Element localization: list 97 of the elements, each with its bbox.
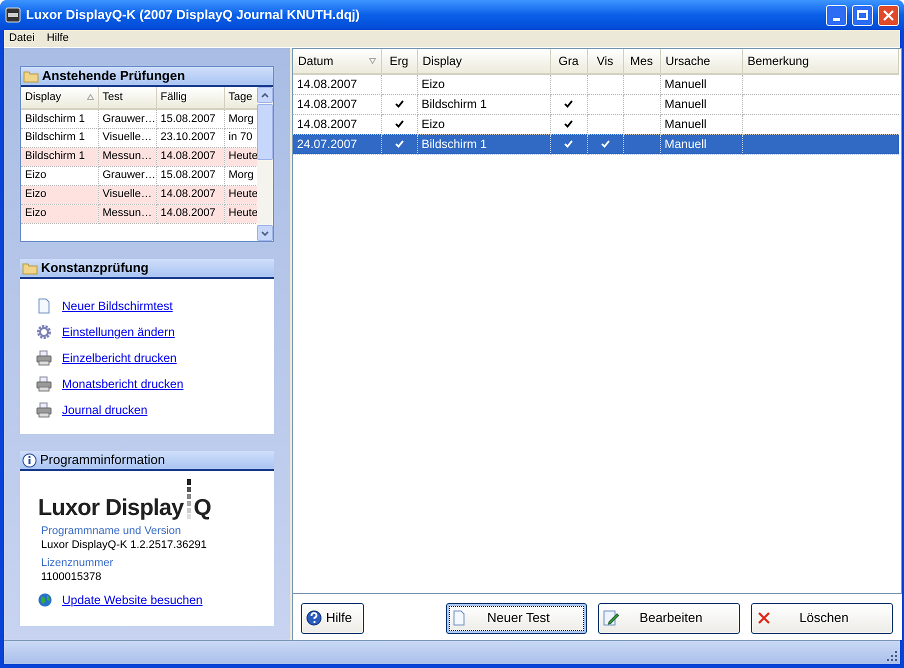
field-label: Lizenznummer <box>41 557 114 570</box>
table-cell: Grauwer… <box>98 109 156 128</box>
check-icon <box>394 120 404 128</box>
close-icon <box>883 10 894 20</box>
pending-row[interactable]: Eizo Visuelle… 14.08.2007 Heute <box>21 185 257 204</box>
website-link[interactable]: Update Website besuchen <box>62 591 203 609</box>
action-button[interactable]: Neuer Test <box>446 602 587 634</box>
action-button[interactable]: Löschen <box>751 602 893 634</box>
table-cell: 14.08.2007 <box>156 204 224 223</box>
column-header[interactable]: Display <box>417 49 550 74</box>
info-icon <box>22 452 37 468</box>
field-value: Luxor DisplayQ-K 1.2.2517.36291 <box>41 539 208 552</box>
column-header[interactable]: Test <box>98 87 156 109</box>
table-cell: 24.07.2007 <box>293 134 381 154</box>
table-cell: 14.08.2007 <box>156 185 224 204</box>
column-header[interactable]: Bemerkung <box>742 49 898 74</box>
printer-icon <box>36 376 52 392</box>
pencil-document-icon <box>603 610 619 626</box>
journal-row[interactable]: 14.08.2007 Eizo Manuell <box>293 114 898 134</box>
pending-row[interactable]: Eizo Messun… 14.08.2007 Heute <box>21 204 257 223</box>
cross-icon <box>756 610 772 626</box>
action-link[interactable]: Einstellungen ändern <box>62 323 175 341</box>
logo-text: Q <box>194 496 212 519</box>
column-header[interactable]: Datum <box>293 49 381 74</box>
table-cell: Bildschirm 1 <box>21 147 98 166</box>
field-label: Programmname und Version <box>41 525 182 538</box>
globe-icon <box>38 593 52 607</box>
logo-bar-icon <box>186 479 191 519</box>
table-cell: Manuell <box>660 134 742 154</box>
section-title: Programminformation <box>40 451 165 470</box>
table-cell: Messun… <box>98 204 156 223</box>
table-cell: Visuelle… <box>98 185 156 204</box>
check-icon <box>564 140 573 148</box>
document-icon <box>36 298 52 314</box>
table-cell: Eizo <box>21 166 98 185</box>
section-title: Anstehende Prüfungen <box>42 67 186 86</box>
section-title: Konstanzprüfung <box>41 259 149 278</box>
folder-icon <box>23 69 39 83</box>
action-button[interactable]: Hilfe <box>301 602 364 634</box>
scrollbar[interactable] <box>257 87 273 241</box>
journal-row[interactable]: 14.08.2007 Eizo Manuell <box>293 74 898 94</box>
minimize-button[interactable] <box>826 4 847 26</box>
sort-icon <box>86 94 94 100</box>
action-button[interactable]: Bearbeiten <box>598 602 740 634</box>
gear-icon <box>36 324 52 340</box>
sort-icon <box>368 58 376 64</box>
journal-row[interactable]: 24.07.2007 Bildschirm 1 Manuell <box>293 134 898 154</box>
document-icon <box>451 610 467 626</box>
table-cell: Visuelle… <box>98 128 156 147</box>
column-header[interactable]: Display <box>21 87 98 109</box>
action-link[interactable]: Einzelbericht drucken <box>62 349 177 367</box>
arrow-down-icon <box>261 230 269 236</box>
action-link[interactable]: Journal drucken <box>62 401 148 419</box>
action-link[interactable]: Monatsbericht drucken <box>62 375 184 393</box>
check-icon <box>564 120 573 128</box>
table-cell: Bildschirm 1 <box>417 134 550 154</box>
menu-item[interactable]: Datei <box>9 30 35 47</box>
check-icon <box>394 140 404 148</box>
pending-row[interactable]: Eizo Grauwer… 15.08.2007 Morg <box>21 166 257 185</box>
resize-grip-icon[interactable] <box>887 651 897 661</box>
printer-icon <box>36 402 52 418</box>
journal-row[interactable]: 14.08.2007 Bildschirm 1 Manuell <box>293 94 898 114</box>
app-icon <box>5 7 21 23</box>
column-header[interactable]: Gra <box>550 49 587 74</box>
table-cell: 23.10.2007 <box>156 128 224 147</box>
close-button[interactable] <box>878 4 899 26</box>
action-link[interactable]: Neuer Bildschirmtest <box>62 297 173 315</box>
table-cell: Bildschirm 1 <box>21 109 98 128</box>
pending-row[interactable]: Bildschirm 1 Grauwer… 15.08.2007 Morg <box>21 109 257 128</box>
column-header[interactable]: Fällig <box>156 87 224 109</box>
table-cell: Eizo <box>21 185 98 204</box>
field-value: 1100015378 <box>41 571 102 584</box>
table-cell: Bildschirm 1 <box>21 128 98 147</box>
check-icon <box>564 100 573 108</box>
column-header[interactable]: Ursache <box>660 49 742 74</box>
table-cell: 15.08.2007 <box>156 109 224 128</box>
table-cell: Grauwer… <box>98 166 156 185</box>
column-header[interactable]: Mes <box>623 49 660 74</box>
column-header[interactable]: Tage <box>224 87 257 109</box>
column-header[interactable]: Vis <box>587 49 623 74</box>
arrow-up-icon <box>261 92 269 98</box>
table-cell: 15.08.2007 <box>156 166 224 185</box>
menu-item[interactable]: Hilfe <box>46 30 69 47</box>
logo-text: Luxor Display <box>38 496 184 519</box>
printer-icon <box>36 350 52 366</box>
help-icon <box>306 610 322 626</box>
pending-row[interactable]: Bildschirm 1 Messun… 14.08.2007 Heute <box>21 147 257 166</box>
pending-row[interactable]: Bildschirm 1 Visuelle… 23.10.2007 in 70 <box>21 128 257 147</box>
maximize-button[interactable] <box>852 4 873 26</box>
window-title: Luxor DisplayQ-K (2007 DisplayQ Journal KNUTH.dqj) <box>26 6 361 24</box>
folder-icon <box>22 261 38 275</box>
check-icon <box>600 140 610 148</box>
column-header[interactable]: Erg <box>381 49 417 74</box>
table-cell: Messun… <box>98 147 156 166</box>
table-cell: Eizo <box>21 204 98 223</box>
check-icon <box>394 100 404 108</box>
table-cell: 14.08.2007 <box>156 147 224 166</box>
